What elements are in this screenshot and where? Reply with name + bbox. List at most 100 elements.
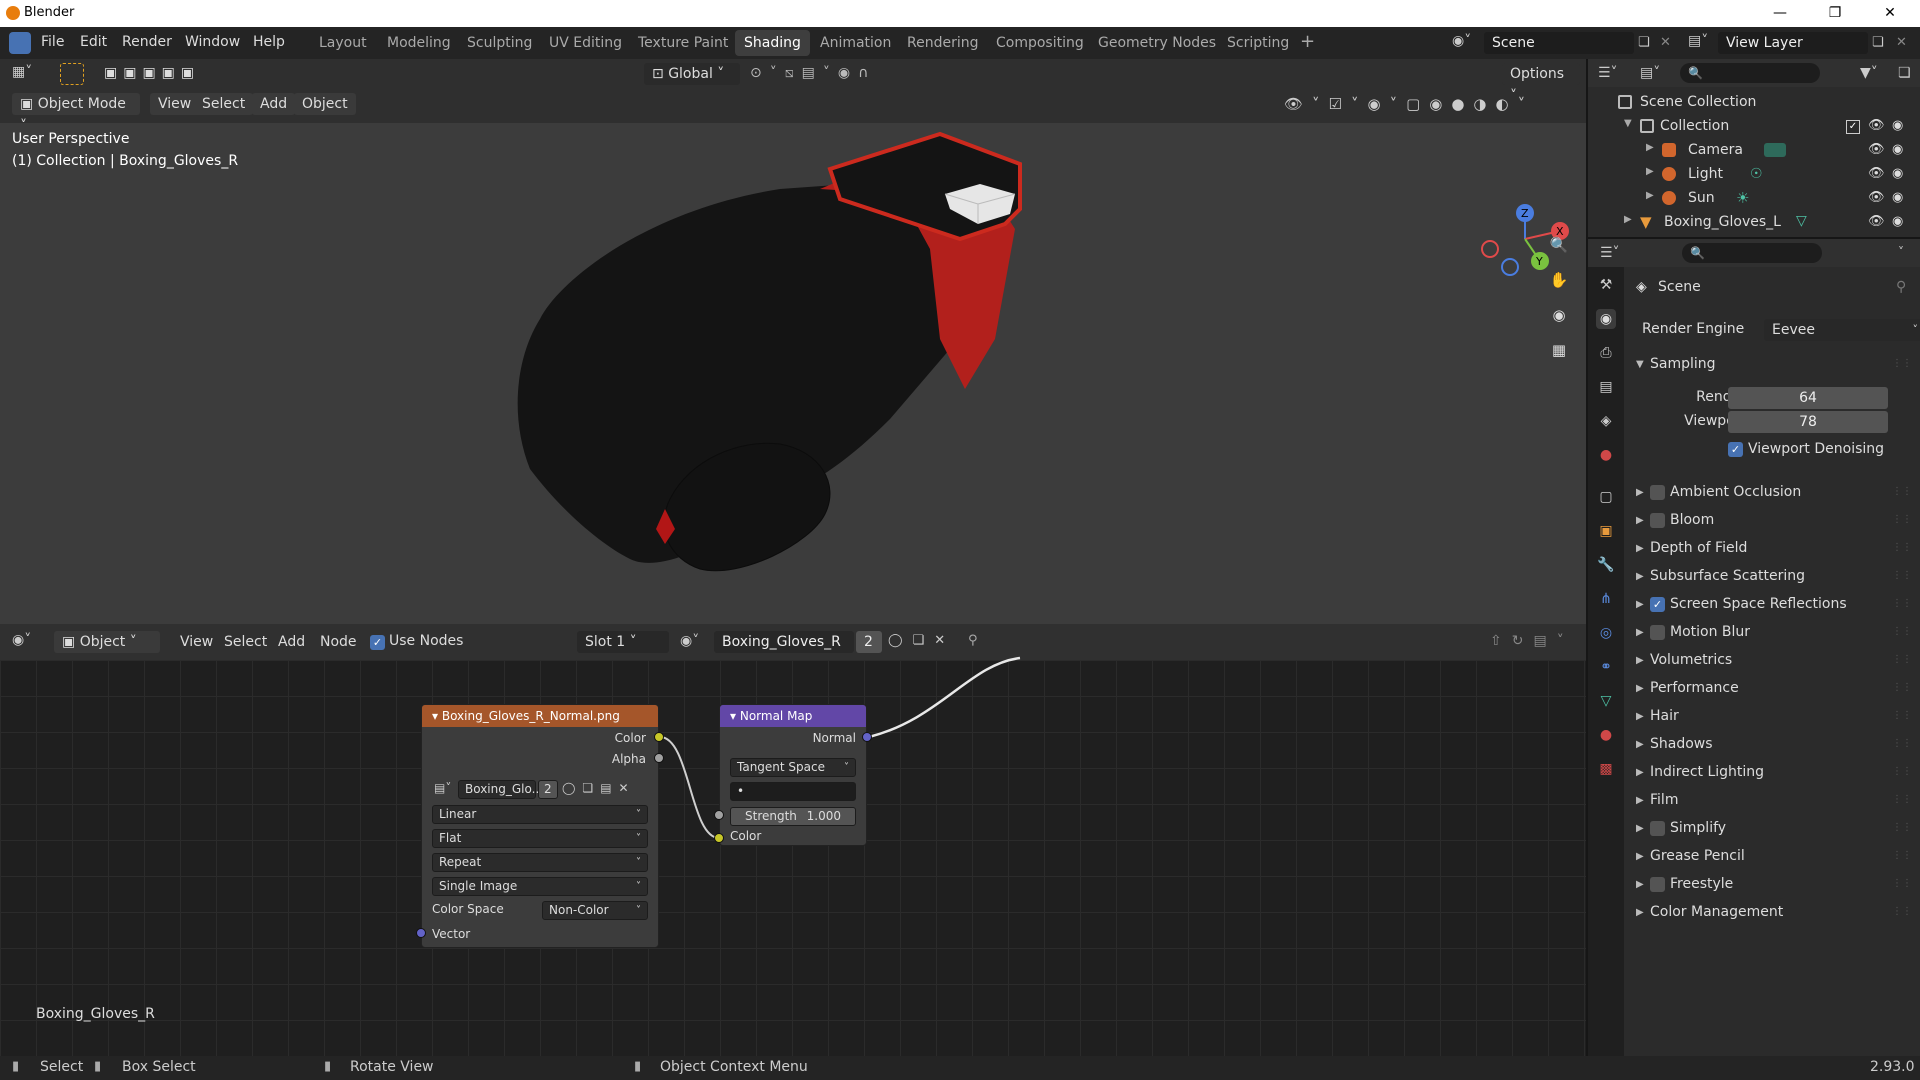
select-tool-icon[interactable] (60, 63, 84, 85)
node-collapse-icon[interactable]: ▾ (432, 709, 442, 723)
properties-type-icon[interactable]: ☰˅ (1600, 245, 1620, 261)
pan-hand-icon[interactable]: ✋ (1546, 267, 1572, 293)
view-layer-tab-icon[interactable]: ▤ (1596, 377, 1616, 397)
shader-node-editor[interactable]: ◉˅ ▣ Object ˅ View Select Add Node ✓ Use… (0, 624, 1586, 1056)
new-scene-icon[interactable]: ❏ (1638, 35, 1650, 50)
editor-type-icon[interactable]: ▦˅ (12, 64, 44, 84)
normal-output-socket[interactable] (862, 732, 872, 742)
add-workspace-icon[interactable]: + (1300, 31, 1315, 52)
drag-grip-icon[interactable]: ⋮⋮ (1892, 822, 1912, 833)
panel-header[interactable]: ▶ Depth of Field ⋮⋮ (1624, 538, 1920, 562)
tab-rendering[interactable]: Rendering (898, 30, 988, 56)
visibility-eye-icon[interactable]: 👁 (1868, 214, 1885, 229)
drag-grip-icon[interactable]: ⋮⋮ (1892, 626, 1912, 637)
panel-header[interactable]: ▶ Hair ⋮⋮ (1624, 706, 1920, 730)
expand-chevron-icon[interactable]: ▶ (1646, 190, 1654, 201)
restore-icon[interactable]: ❐ (1810, 2, 1860, 24)
image-users-count[interactable]: 2 (538, 780, 558, 799)
options-dropdown[interactable]: Options ˅ (1502, 63, 1580, 104)
viewport-menu-add[interactable]: Add (252, 93, 296, 115)
panel-header[interactable]: ▶ Color Management ⋮⋮ (1624, 902, 1920, 926)
panel-header[interactable]: ▶ Shadows ⋮⋮ (1624, 734, 1920, 758)
panel-header[interactable]: ▶ ✓ Screen Space Reflections ⋮⋮ (1624, 594, 1920, 618)
collection-tab-icon[interactable]: ▢ (1596, 487, 1616, 507)
view-layer-field[interactable]: View Layer (1718, 32, 1868, 54)
particles-tab-icon[interactable]: ⋔ (1596, 589, 1616, 609)
render-samples-field[interactable]: 64 (1728, 387, 1888, 409)
ortho-grid-icon[interactable]: ▦ (1546, 337, 1572, 363)
sun-data-icon[interactable]: ☀ (1736, 189, 1749, 207)
panel-enable-checkbox[interactable]: ✓ (1650, 597, 1665, 612)
render-camera-icon[interactable]: ◉ (1892, 118, 1903, 133)
tab-animation[interactable]: Animation (811, 30, 900, 56)
minimize-icon[interactable]: — (1755, 2, 1805, 24)
outliner-row-collection[interactable]: ▼ Collection ✓ 👁 ◉ (1588, 115, 1920, 139)
drag-grip-icon[interactable]: ⋮⋮ (1892, 598, 1912, 609)
viewport-menu-view[interactable]: View (150, 93, 200, 115)
menu-window[interactable]: Window (185, 34, 240, 50)
camera-data-icon[interactable] (1764, 143, 1786, 157)
tab-shading[interactable]: Shading (735, 30, 810, 56)
menu-edit[interactable]: Edit (80, 34, 107, 50)
visibility-eye-icon[interactable]: 👁 (1868, 166, 1885, 181)
normal-map-node-header[interactable]: ▾ Normal Map (720, 705, 866, 727)
drag-grip-icon[interactable]: ⋮⋮ (1892, 514, 1912, 525)
light-data-icon[interactable]: ☉ (1750, 166, 1763, 182)
outliner-row-camera[interactable]: ▶ Camera 👁 ◉ (1588, 139, 1920, 163)
projection-dropdown[interactable]: Flat ˅ (432, 829, 648, 848)
color-space-dropdown[interactable]: Non-Color ˅ (542, 901, 648, 920)
normal-map-node[interactable]: ▾ Normal Map Normal Tangent Space ˅ • Str… (719, 704, 867, 846)
drag-grip-icon[interactable]: ⋮⋮ (1892, 906, 1912, 917)
modifier-tab-icon[interactable]: 🔧 (1596, 555, 1616, 575)
pin-icon[interactable]: ⚲ (1896, 279, 1906, 295)
panel-header[interactable]: ▶ Simplify ⋮⋮ (1624, 818, 1920, 842)
panel-header[interactable]: ▶ Bloom ⋮⋮ (1624, 510, 1920, 534)
texture-tab-icon[interactable]: ▩ (1596, 759, 1616, 779)
view-layer-browse-icon[interactable]: ▤˅ (1688, 33, 1708, 49)
viewport-menu-object[interactable]: Object (294, 93, 356, 115)
drag-grip-icon[interactable]: ⋮⋮ (1892, 358, 1912, 369)
panel-header[interactable]: ▶ Volumetrics ⋮⋮ (1624, 650, 1920, 674)
tab-geometry-nodes[interactable]: Geometry Nodes (1089, 30, 1225, 56)
viewport-denoising-row[interactable]: ✓ Viewport Denoising (1624, 439, 1920, 463)
3d-viewport[interactable]: ▦˅ ▣▣▣▣▣ ⊡ Global ˅ ⊙˅⧅▤˅◉∩ Options ˅ ▣ … (0, 59, 1586, 624)
new-view-layer-icon[interactable]: ❏ (1872, 35, 1884, 50)
render-camera-icon[interactable]: ◉ (1892, 190, 1903, 205)
image-action-icons[interactable]: ◯❏▤✕ (562, 781, 636, 795)
tool-tab-icon[interactable]: ⚒ (1596, 275, 1616, 295)
color-input-socket[interactable] (714, 833, 724, 843)
panel-header[interactable]: ▶ Grease Pencil ⋮⋮ (1624, 846, 1920, 870)
tab-sculpting[interactable]: Sculpting (458, 30, 541, 56)
render-engine-dropdown[interactable]: Eevee ˅ (1764, 319, 1920, 341)
color-output-socket[interactable] (654, 732, 664, 742)
image-texture-node[interactable]: ▾ Boxing_Gloves_R_Normal.png Color Alpha… (421, 704, 659, 948)
interpolation-dropdown[interactable]: Linear ˅ (432, 805, 648, 824)
filter-icon[interactable]: ▼˅ (1860, 65, 1878, 81)
scene-tab-icon[interactable]: ◈ (1596, 411, 1616, 431)
properties-editor[interactable]: ☰˅ 🔍 ˅ ⚒ ◉ ⎙ ▤ ◈ ● ▢ ▣ 🔧 ⋔ ◎ ⚭ ▽ ● ▩ ◈ S… (1588, 239, 1920, 1056)
mesh-data-icon[interactable]: ▽ (1796, 213, 1807, 229)
data-tab-icon[interactable]: ▽ (1596, 691, 1616, 711)
outliner-row-boxing-gloves-l[interactable]: ▶ ▼ Boxing_Gloves_L ▽ 👁 ◉ (1588, 211, 1920, 235)
delete-view-layer-icon[interactable]: ✕ (1896, 35, 1907, 50)
panel-header[interactable]: ▶ Subsurface Scattering ⋮⋮ (1624, 566, 1920, 590)
object-tab-icon[interactable]: ▣ (1596, 521, 1616, 541)
drag-grip-icon[interactable]: ⋮⋮ (1892, 878, 1912, 889)
menu-help[interactable]: Help (253, 34, 285, 50)
panel-enable-checkbox[interactable] (1650, 821, 1665, 836)
render-tab-icon[interactable]: ◉ (1596, 309, 1616, 329)
outliner-row-scene-collection[interactable]: Scene Collection (1588, 91, 1920, 115)
panel-header[interactable]: ▶ Indirect Lighting ⋮⋮ (1624, 762, 1920, 786)
tab-modeling[interactable]: Modeling (378, 30, 460, 56)
physics-tab-icon[interactable]: ◎ (1596, 623, 1616, 643)
visibility-eye-icon[interactable]: 👁 (1868, 118, 1885, 133)
close-icon[interactable]: ✕ (1865, 2, 1915, 24)
world-tab-icon[interactable]: ● (1596, 445, 1616, 465)
new-collection-icon[interactable]: ❏ (1898, 65, 1911, 81)
zoom-icon[interactable]: 🔍 (1546, 232, 1572, 258)
outliner[interactable]: ☰˅ ▤˅ 🔍 ▼˅ ❏ Scene Collection ▼ Collecti… (1588, 59, 1920, 237)
tab-uv-editing[interactable]: UV Editing (540, 30, 631, 56)
drag-grip-icon[interactable]: ⋮⋮ (1892, 850, 1912, 861)
vector-input-socket[interactable] (416, 928, 426, 938)
properties-options-icon[interactable]: ˅ (1898, 245, 1904, 259)
